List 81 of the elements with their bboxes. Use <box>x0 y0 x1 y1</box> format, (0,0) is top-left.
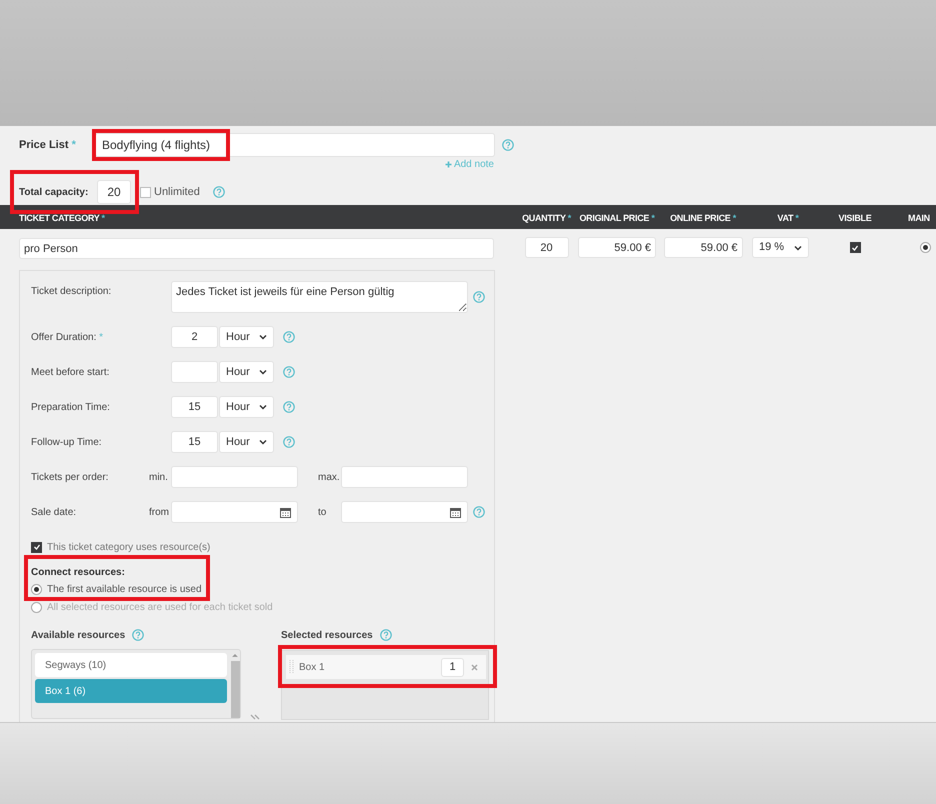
chevron-down-icon <box>794 244 802 250</box>
plus-icon <box>444 160 452 168</box>
field-label: max. <box>318 470 341 484</box>
checkbox[interactable] <box>31 542 42 552</box>
help-icon[interactable] <box>283 366 295 378</box>
column-header: ONLINE PRICE * <box>670 213 736 223</box>
column-header: VISIBLE <box>838 213 872 223</box>
number-field[interactable]: 2 <box>171 326 218 348</box>
calendar-icon <box>280 506 291 518</box>
close-icon <box>471 664 478 670</box>
select-field[interactable]: Hour <box>219 326 274 348</box>
select-field[interactable]: Hour <box>219 396 274 418</box>
price-field[interactable]: 59.00 € <box>578 237 656 258</box>
radio-button[interactable] <box>31 584 42 594</box>
input-field[interactable] <box>341 466 468 488</box>
chevron-down-icon <box>259 404 267 410</box>
number-field[interactable] <box>171 361 218 383</box>
field-label: Total capacity: <box>19 186 90 200</box>
quantity-field[interactable]: 20 <box>524 237 568 258</box>
input-field[interactable] <box>171 466 298 488</box>
checkbox[interactable] <box>140 186 151 198</box>
help-icon[interactable] <box>212 186 225 198</box>
help-icon[interactable] <box>473 291 485 303</box>
quantity-field[interactable]: 1 <box>441 658 464 676</box>
check-icon <box>851 244 859 252</box>
resource-item[interactable]: Segways (10) <box>35 653 227 677</box>
column-header: MAIN <box>908 213 930 223</box>
field-label: Meet before start: <box>31 366 110 380</box>
radio-button[interactable] <box>31 602 42 612</box>
field-label: Tickets per order: <box>31 470 110 484</box>
column-header: TICKET CATEGORY * <box>19 213 105 223</box>
scroll-up-icon <box>231 653 239 658</box>
capacity-field[interactable]: 20 <box>97 180 131 204</box>
chevron-down-icon <box>259 369 267 375</box>
help-icon[interactable] <box>132 629 144 641</box>
help-icon[interactable] <box>502 139 514 151</box>
chevron-down-icon <box>259 439 267 445</box>
resource-name: Box 1 <box>299 660 326 674</box>
double-chevron-icon <box>250 714 260 720</box>
input-field[interactable] <box>341 501 468 523</box>
column-header: VAT * <box>777 213 799 223</box>
field-label: to <box>318 506 328 520</box>
section-label: Available resources <box>31 628 126 642</box>
field-label: min. <box>149 470 169 484</box>
select-field[interactable]: 19 % <box>752 237 809 258</box>
column-header: QUANTITY * <box>522 213 571 223</box>
calendar-icon <box>450 506 461 518</box>
number-field[interactable]: 15 <box>171 396 218 418</box>
price-list-field[interactable]: Bodyflying (4 flights) <box>95 133 495 157</box>
field-label: from <box>149 506 170 520</box>
help-icon[interactable] <box>283 331 295 343</box>
field-label: Ticket description: <box>31 285 112 299</box>
description-field[interactable]: Jedes Ticket ist jeweils für eine Person gültig <box>171 281 468 313</box>
chevron-down-icon <box>259 334 267 340</box>
help-icon[interactable] <box>283 401 295 413</box>
field-label: Preparation Time: <box>31 400 111 414</box>
field-label: Price List * <box>19 138 77 153</box>
scrollbar[interactable] <box>230 653 240 718</box>
check-icon <box>32 543 40 551</box>
number-field[interactable]: 15 <box>171 431 218 453</box>
drag-handle-icon <box>289 658 294 676</box>
price-field[interactable]: 59.00 € <box>664 237 742 258</box>
field-label: Sale date: <box>31 506 78 520</box>
help-icon[interactable] <box>473 506 485 518</box>
radio-label: The first available resource is used <box>47 582 202 596</box>
help-icon[interactable] <box>283 436 295 448</box>
help-icon[interactable] <box>380 629 392 641</box>
input-field[interactable] <box>171 501 298 523</box>
checkbox[interactable] <box>850 242 860 253</box>
checkbox-label: This ticket category uses resource(s) <box>47 540 210 554</box>
field-label: Follow-up Time: <box>31 436 103 450</box>
section-label: Connect resources: <box>31 566 126 577</box>
category-field[interactable]: pro Person <box>19 238 494 259</box>
field-label: Offer Duration: * <box>31 330 104 344</box>
section-label: Selected resources <box>281 628 373 642</box>
select-field[interactable]: Hour <box>219 431 274 453</box>
column-header: ORIGINAL PRICE * <box>579 213 655 223</box>
radio-label: All selected resources are used for each ticket sold <box>47 600 273 614</box>
checkbox-label: Unlimited <box>154 184 200 200</box>
radio-button[interactable] <box>920 242 931 253</box>
select-field[interactable]: Hour <box>219 361 274 383</box>
